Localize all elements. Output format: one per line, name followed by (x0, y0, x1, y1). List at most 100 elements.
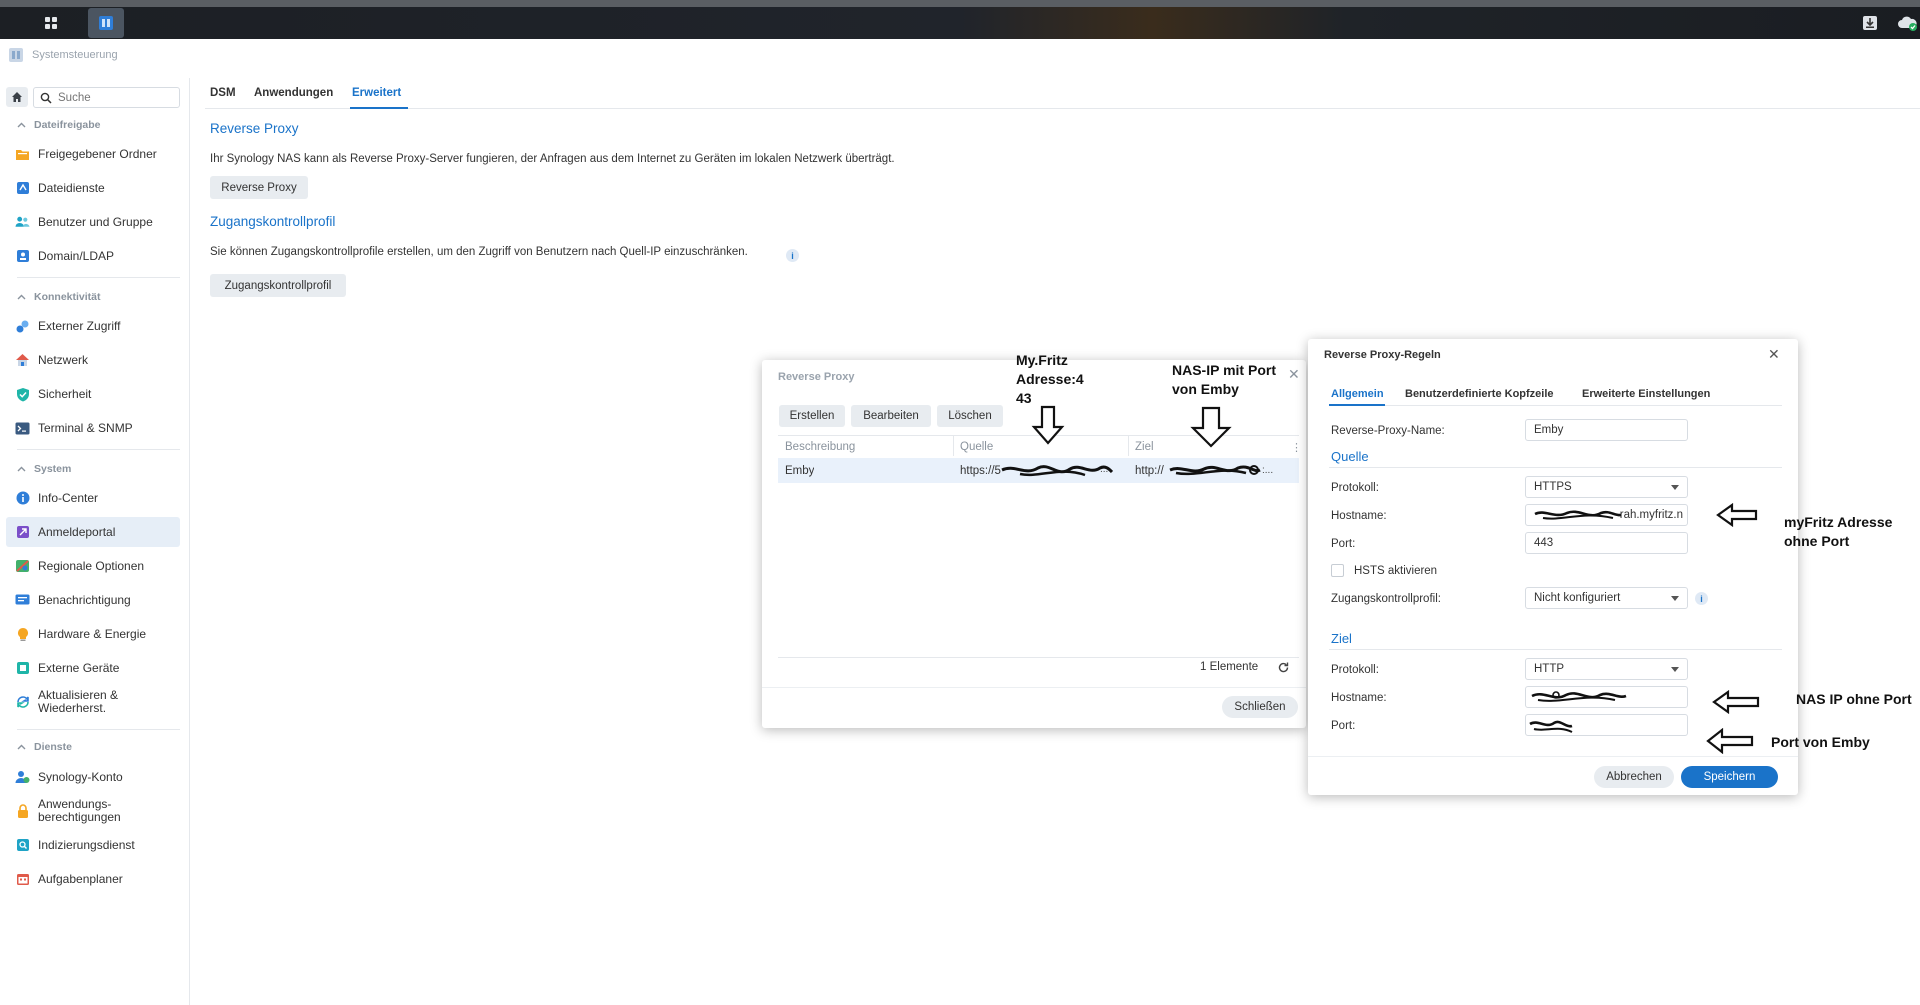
search-box[interactable] (33, 87, 180, 108)
cancel-button[interactable]: Abbrechen (1594, 766, 1674, 788)
sidebar-item-terminal-snmp[interactable]: Terminal & SNMP (6, 413, 180, 443)
cloud-status-button[interactable] (1890, 8, 1920, 38)
annotation-line: My.Fritz (1016, 352, 1068, 368)
sidebar-item-hardware-power[interactable]: Hardware & Energie (6, 619, 180, 649)
account-icon (15, 770, 30, 785)
arrow-down-icon (1031, 405, 1065, 445)
network-icon (15, 353, 30, 368)
tab-divider (1329, 405, 1782, 406)
sidebar-item-login-portal[interactable]: Anmeldeportal (6, 517, 180, 547)
tab-general[interactable]: Allgemein (1331, 388, 1384, 400)
annotation-port-emby: Port von Emby (1771, 734, 1870, 750)
column-divider (1128, 436, 1129, 456)
list-footer-line (778, 657, 1299, 658)
source-protocol-select[interactable]: HTTPS (1525, 476, 1688, 498)
redaction-scribble (1534, 510, 1622, 520)
edit-button[interactable]: Bearbeiten (851, 405, 931, 427)
arrow-left-icon (1716, 503, 1758, 527)
sidebar-item-info-center[interactable]: Info-Center (6, 483, 180, 513)
column-header-source[interactable]: Quelle (960, 441, 993, 453)
info-icon[interactable]: i (1695, 592, 1708, 605)
sidebar-item-app-privileges[interactable]: Anwendungs-berechtigungen (6, 796, 180, 826)
tab-dsm[interactable]: DSM (210, 87, 236, 99)
delete-button[interactable]: Löschen (937, 405, 1003, 427)
regional-icon (15, 559, 30, 574)
target-protocol-select[interactable]: HTTP (1525, 658, 1688, 680)
tab-advanced[interactable]: Erweitert (352, 87, 401, 99)
svg-text:...: ... (1100, 464, 1108, 475)
sidebar-item-file-services[interactable]: Dateidienste (6, 173, 180, 203)
save-button[interactable]: Speichern (1681, 766, 1778, 788)
annotation-line: von Emby (1172, 381, 1239, 397)
close-icon[interactable]: ✕ (1768, 346, 1780, 363)
annotation-nas-ip: NAS-IP mit Port von Emby (1172, 361, 1276, 399)
close-icon[interactable]: ✕ (1288, 366, 1300, 383)
chevron-up-icon (17, 466, 26, 472)
control-panel-taskbar-button[interactable] (88, 8, 124, 38)
file-services-icon (15, 181, 30, 196)
sidebar-item-shared-folder[interactable]: Freigegebener Ordner (6, 139, 180, 169)
sidebar-item-synology-account[interactable]: Synology-Konto (6, 762, 180, 792)
proxy-name-input[interactable]: Emby (1525, 419, 1688, 441)
main-menu-button[interactable] (33, 8, 69, 38)
section-header-connectivity[interactable]: Konnektivität (17, 289, 101, 305)
column-header-target[interactable]: Ziel (1135, 441, 1154, 453)
home-icon (12, 92, 22, 102)
target-port-label: Port: (1331, 720, 1356, 732)
download-button[interactable] (1852, 8, 1888, 38)
tab-advanced-settings[interactable]: Erweiterte Einstellungen (1582, 388, 1710, 400)
access-profile-select[interactable]: Nicht konfiguriert (1525, 587, 1688, 609)
index-icon (15, 838, 30, 853)
section-label: Dienste (34, 741, 72, 753)
tab-applications[interactable]: Anwendungen (254, 87, 333, 99)
divider (17, 729, 180, 730)
reverse-proxy-button[interactable]: Reverse Proxy (210, 176, 308, 199)
active-tab-indicator (350, 107, 408, 109)
create-button[interactable]: Erstellen (779, 405, 845, 427)
sidebar-item-update-restore[interactable]: Aktualisieren & Wiederherst. (6, 687, 180, 717)
search-input[interactable] (58, 91, 168, 104)
column-header-description[interactable]: Beschreibung (785, 441, 855, 453)
redaction-scribble (1529, 720, 1573, 733)
close-button[interactable]: Schließen (1222, 696, 1298, 718)
sidebar-item-users-groups[interactable]: Benutzer und Gruppe (6, 207, 180, 237)
source-port-input[interactable]: 443 (1525, 532, 1688, 554)
sidebar-item-domain-ldap[interactable]: Domain/LDAP (6, 241, 180, 271)
notification-icon (15, 593, 30, 608)
sidebar-item-security[interactable]: Sicherheit (6, 379, 180, 409)
home-button[interactable] (6, 87, 28, 107)
sidebar-item-regional-options[interactable]: Regionale Optionen (6, 551, 180, 581)
sidebar-item-external-devices[interactable]: Externe Geräte (6, 653, 180, 683)
dialog-title: Reverse Proxy-Regeln (1324, 349, 1441, 361)
info-icon[interactable]: i (786, 249, 799, 262)
section-header-file-sharing[interactable]: Dateifreigabe (17, 117, 101, 133)
chevron-down-icon (1671, 667, 1679, 672)
target-protocol-label: Protokoll: (1331, 664, 1379, 676)
hsts-checkbox[interactable] (1331, 564, 1344, 577)
sidebar-item-indexing[interactable]: Indizierungsdienst (6, 830, 180, 860)
section-divider (1329, 467, 1782, 468)
external-devices-icon (15, 661, 30, 676)
calendar-icon (15, 872, 30, 887)
section-label: Dateifreigabe (34, 119, 101, 131)
source-port-label: Port: (1331, 538, 1356, 550)
shield-icon (15, 387, 30, 402)
sidebar-item-notification[interactable]: Benachrichtigung (6, 585, 180, 615)
grid-icon (45, 17, 57, 29)
folder-icon (15, 147, 30, 162)
access-profile-button[interactable]: Zugangskontrollprofil (210, 274, 346, 297)
section-header-system[interactable]: System (17, 461, 71, 477)
hardware-icon (15, 627, 30, 642)
sidebar-item-task-scheduler[interactable]: Aufgabenplaner (6, 864, 180, 894)
annotation-line: Adresse:4 (1016, 371, 1084, 387)
taskbar (0, 0, 1920, 39)
sidebar-item-external-access[interactable]: Externer Zugriff (6, 311, 180, 341)
refresh-icon[interactable] (1277, 661, 1290, 674)
lock-icon (15, 803, 30, 819)
section-header-services[interactable]: Dienste (17, 739, 72, 755)
column-menu-icon[interactable]: ⋮ (1291, 441, 1302, 454)
tab-custom-header[interactable]: Benutzerdefinierte Kopfzeile (1405, 388, 1554, 400)
annotation-line: NAS-IP mit Port (1172, 362, 1276, 378)
annotation-line: ohne Port (1784, 533, 1850, 549)
sidebar-item-network[interactable]: Netzwerk (6, 345, 180, 375)
